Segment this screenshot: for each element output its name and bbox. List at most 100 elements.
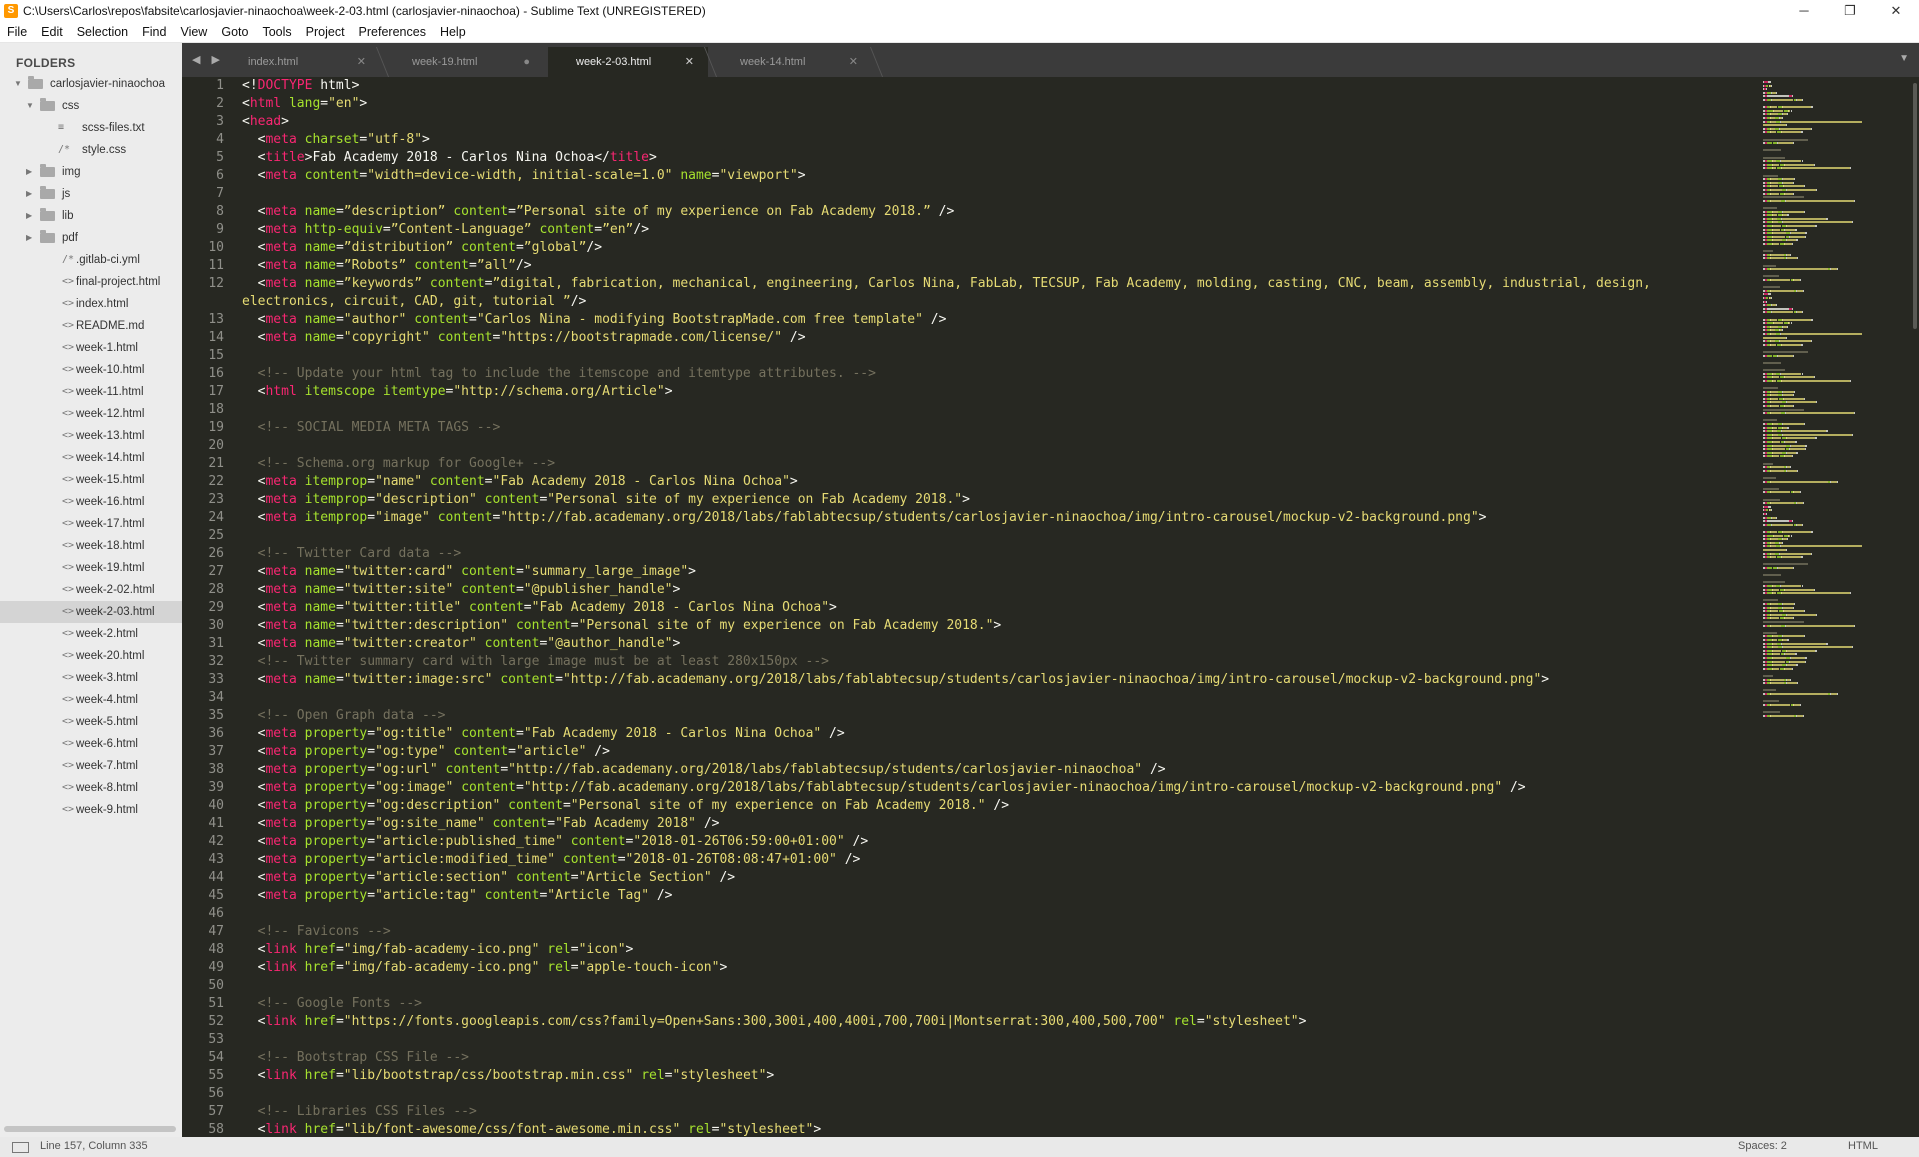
minimap[interactable] — [1759, 77, 1909, 757]
code-line[interactable] — [242, 437, 1919, 455]
code-line[interactable]: <meta name="author" content="Carlos Nina… — [242, 311, 1919, 329]
code-line[interactable]: <meta charset="utf-8"> — [242, 131, 1919, 149]
code-line[interactable]: <meta name="twitter:description" content… — [242, 617, 1919, 635]
code-line[interactable]: <!-- Open Graph data --> — [242, 707, 1919, 725]
code-line[interactable]: <meta itemprop="description" content="Pe… — [242, 491, 1919, 509]
code-line[interactable]: <meta property="og:description" content=… — [242, 797, 1919, 815]
menu-view[interactable]: View — [173, 22, 214, 42]
menu-find[interactable]: Find — [135, 22, 173, 42]
close-window-button[interactable]: ✕ — [1873, 0, 1919, 22]
unsaved-dot-icon[interactable]: ● — [523, 47, 530, 77]
code-line[interactable]: <!-- Twitter summary card with large ima… — [242, 653, 1919, 671]
code-line[interactable]: <meta property="og:title" content="Fab A… — [242, 725, 1919, 743]
chevron-right-icon[interactable]: ▶ — [26, 205, 32, 227]
sidebar-file[interactable]: <> week-8.html — [0, 777, 182, 799]
tab-week-14[interactable]: week-14.html ✕ — [712, 47, 872, 77]
sidebar-file[interactable]: <> week-12.html — [0, 403, 182, 425]
editor-scrollbar[interactable] — [1913, 83, 1917, 329]
code-line[interactable] — [242, 977, 1919, 995]
sidebar-file[interactable]: <> week-13.html — [0, 425, 182, 447]
chevron-right-icon[interactable]: ▶ — [26, 161, 32, 183]
sidebar-folder[interactable]: ▼ carlosjavier-ninaochoa — [0, 73, 182, 95]
sidebar-file[interactable]: <> week-2-02.html — [0, 579, 182, 601]
chevron-right-icon[interactable]: ▶ — [26, 227, 32, 249]
code-line[interactable]: <head> — [242, 113, 1919, 131]
code-line[interactable]: <meta property="og:url" content="http://… — [242, 761, 1919, 779]
sidebar-file[interactable]: <> index.html — [0, 293, 182, 315]
code-line[interactable]: <link href="lib/font-awesome/css/font-aw… — [242, 1121, 1919, 1137]
close-icon[interactable]: ✕ — [357, 47, 366, 77]
code-line[interactable]: <!-- SOCIAL MEDIA META TAGS --> — [242, 419, 1919, 437]
code-line[interactable] — [242, 527, 1919, 545]
tab-index[interactable]: index.html ✕ — [220, 47, 380, 77]
code-line[interactable]: <html lang="en"> — [242, 95, 1919, 113]
menu-project[interactable]: Project — [299, 22, 352, 42]
chevron-right-icon[interactable]: ▶ — [26, 183, 32, 205]
chevron-down-icon[interactable]: ▼ — [26, 95, 34, 117]
code-line[interactable]: <title>Fab Academy 2018 - Carlos Nina Oc… — [242, 149, 1919, 167]
code-line[interactable]: <link href="https://fonts.googleapis.com… — [242, 1013, 1919, 1031]
code-line[interactable]: <meta name="twitter:card" content="summa… — [242, 563, 1919, 581]
code-line[interactable]: <!-- Update your html tag to include the… — [242, 365, 1919, 383]
maximize-button[interactable]: ❐ — [1827, 0, 1873, 22]
sidebar-file[interactable]: <> README.md — [0, 315, 182, 337]
code-line[interactable] — [242, 1085, 1919, 1103]
sidebar-file[interactable]: /* style.css — [0, 139, 182, 161]
code-line[interactable]: <!-- Favicons --> — [242, 923, 1919, 941]
menu-tools[interactable]: Tools — [255, 22, 298, 42]
tab-week-19[interactable]: week-19.html ● — [384, 47, 544, 77]
syntax-setting[interactable]: HTML — [1848, 1140, 1878, 1152]
sidebar-file[interactable]: <> week-17.html — [0, 513, 182, 535]
code-line[interactable]: <link href="lib/bootstrap/css/bootstrap.… — [242, 1067, 1919, 1085]
code-line[interactable]: <meta property="article:published_time" … — [242, 833, 1919, 851]
sidebar-file[interactable]: <> week-4.html — [0, 689, 182, 711]
code-line[interactable]: <meta property="article:section" content… — [242, 869, 1919, 887]
sidebar-file[interactable]: <> week-5.html — [0, 711, 182, 733]
code-line[interactable]: <!-- Libraries CSS Files --> — [242, 1103, 1919, 1121]
code-line[interactable] — [242, 401, 1919, 419]
code-line[interactable]: <meta name=”Robots” content=”all”/> — [242, 257, 1919, 275]
sidebar-file[interactable]: <> week-14.html — [0, 447, 182, 469]
code-line[interactable] — [242, 347, 1919, 365]
code-line[interactable]: <meta property="article:tag" content="Ar… — [242, 887, 1919, 905]
sidebar-scrollbar[interactable] — [4, 1126, 176, 1132]
code-line[interactable]: <link href="img/fab-academy-ico.png" rel… — [242, 941, 1919, 959]
code-line[interactable]: <meta name=”distribution” content=”globa… — [242, 239, 1919, 257]
sidebar-file[interactable]: <> week-19.html — [0, 557, 182, 579]
sidebar-file[interactable]: ≡ scss-files.txt — [0, 117, 182, 139]
menu-goto[interactable]: Goto — [214, 22, 255, 42]
menu-help[interactable]: Help — [433, 22, 473, 42]
sidebar-folder[interactable]: ▶ pdf — [0, 227, 182, 249]
code-line[interactable]: <meta name="twitter:site" content="@publ… — [242, 581, 1919, 599]
indentation-setting[interactable]: Spaces: 2 — [1738, 1140, 1787, 1152]
sidebar-file[interactable]: <> week-20.html — [0, 645, 182, 667]
menu-file[interactable]: File — [0, 22, 34, 42]
sidebar-file[interactable]: <> week-10.html — [0, 359, 182, 381]
code-line[interactable]: <!-- Twitter Card data --> — [242, 545, 1919, 563]
sidebar-file[interactable]: <> week-16.html — [0, 491, 182, 513]
code-line[interactable]: <!-- Google Fonts --> — [242, 995, 1919, 1013]
code-line[interactable]: <meta name=”keywords” content=”digital, … — [242, 275, 1919, 293]
code-line[interactable]: <meta http-equiv=”Content-Language” cont… — [242, 221, 1919, 239]
code-line[interactable]: <meta property="og:type" content="articl… — [242, 743, 1919, 761]
sidebar-file[interactable]: <> week-2.html — [0, 623, 182, 645]
code-line[interactable]: <meta itemprop="name" content="Fab Acade… — [242, 473, 1919, 491]
code-line[interactable]: <meta itemprop="image" content="http://f… — [242, 509, 1919, 527]
menu-edit[interactable]: Edit — [34, 22, 70, 42]
sidebar-file[interactable]: <> final-project.html — [0, 271, 182, 293]
sidebar-folder[interactable]: ▶ img — [0, 161, 182, 183]
code-line[interactable]: <meta name="twitter:creator" content="@a… — [242, 635, 1919, 653]
code-line[interactable]: <meta name="twitter:image:src" content="… — [242, 671, 1919, 689]
menu-selection[interactable]: Selection — [70, 22, 135, 42]
sidebar-file[interactable]: <> week-15.html — [0, 469, 182, 491]
panel-toggle-icon[interactable] — [12, 1142, 29, 1153]
code-line[interactable]: <meta property="og:site_name" content="F… — [242, 815, 1919, 833]
editor[interactable]: 1 2 3 4 5 6 7 8 9 10 11 12 13 14 15 16 17 18 19 20 21 22 23 24 2… — [182, 77, 1919, 1137]
close-icon[interactable]: ✕ — [849, 47, 858, 77]
sidebar-file[interactable]: <> week-3.html — [0, 667, 182, 689]
code-line[interactable]: <!-- Schema.org markup for Google+ --> — [242, 455, 1919, 473]
code-line[interactable]: <meta name=”description” content=”Person… — [242, 203, 1919, 221]
sidebar-file[interactable]: <> week-1.html — [0, 337, 182, 359]
sidebar-file[interactable]: <> week-9.html — [0, 799, 182, 821]
code-line[interactable]: <meta property="og:image" content="http:… — [242, 779, 1919, 797]
